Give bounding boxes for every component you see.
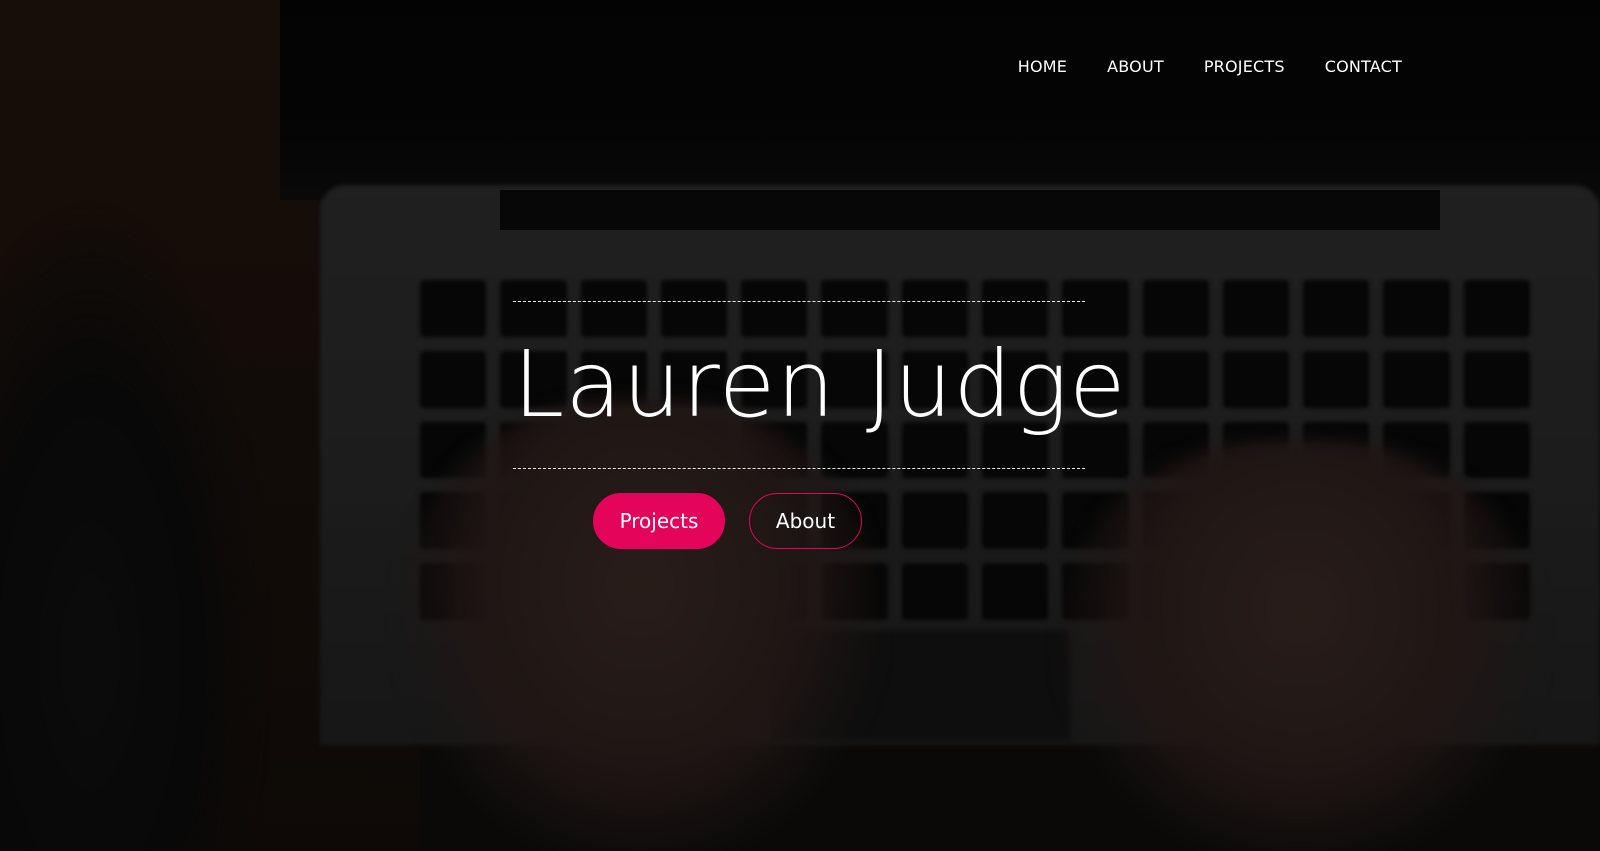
about-button[interactable]: About bbox=[749, 493, 862, 549]
hero-buttons: Projects About bbox=[593, 493, 862, 549]
nav-about-link[interactable]: ABOUT bbox=[1107, 56, 1164, 78]
title-bottom-divider bbox=[513, 468, 1085, 469]
nav-home-link[interactable]: HOME bbox=[1018, 56, 1067, 78]
main-navigation: HOME ABOUT PROJECTS CONTACT bbox=[1018, 56, 1402, 78]
title-top-divider bbox=[513, 301, 1085, 302]
hero-title-block: Lauren Judge bbox=[513, 301, 1127, 469]
nav-contact-link[interactable]: CONTACT bbox=[1325, 56, 1402, 78]
projects-button[interactable]: Projects bbox=[593, 493, 725, 549]
nav-projects-link[interactable]: PROJECTS bbox=[1204, 56, 1285, 78]
hero-section: HOME ABOUT PROJECTS CONTACT Lauren Judge… bbox=[0, 0, 1600, 851]
hero-title: Lauren Judge bbox=[513, 331, 1127, 438]
